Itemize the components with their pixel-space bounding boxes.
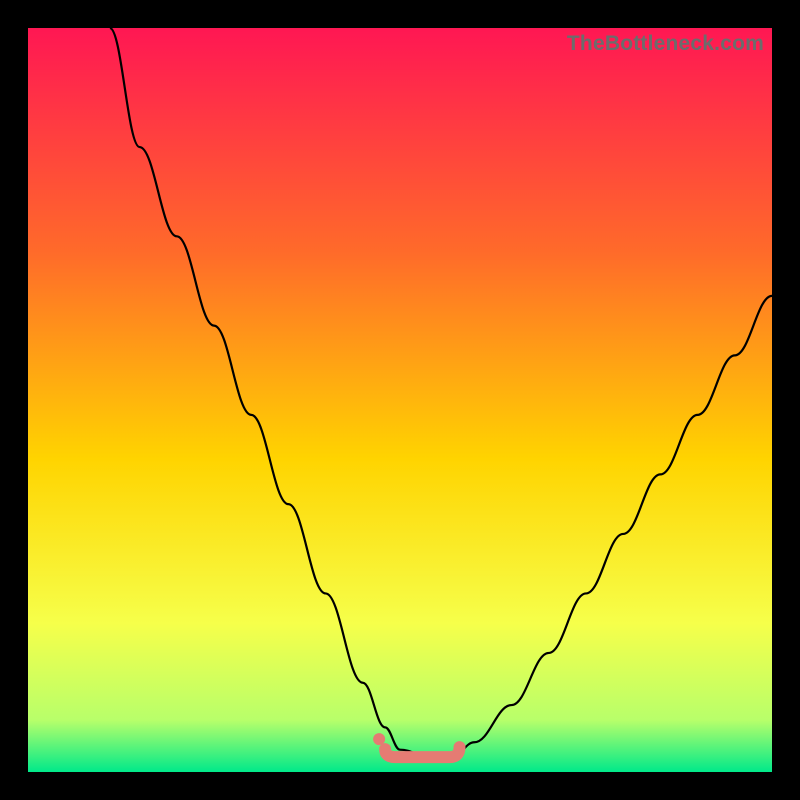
- watermark-text: TheBottleneck.com: [567, 32, 764, 56]
- outer-frame: TheBottleneck.com: [0, 0, 800, 800]
- bottleneck-curve: [110, 28, 772, 757]
- valley-marker: [385, 747, 459, 757]
- bottleneck-curve-svg: [28, 28, 772, 772]
- valley-start-dot: [373, 733, 385, 745]
- plot-area: TheBottleneck.com: [28, 28, 772, 772]
